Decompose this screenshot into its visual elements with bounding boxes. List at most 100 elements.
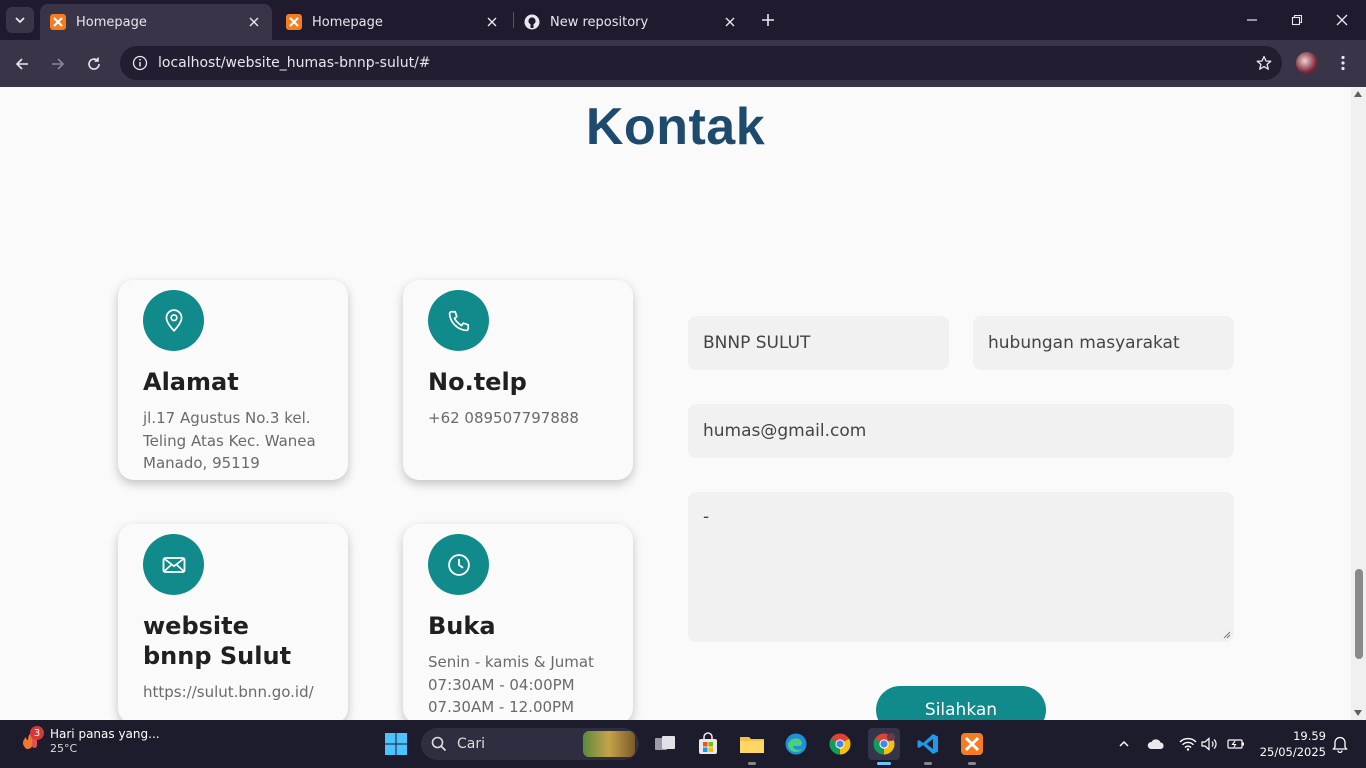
restore-button[interactable] <box>1285 8 1309 32</box>
close-window-button[interactable] <box>1330 8 1354 32</box>
more-vertical-icon <box>1341 55 1345 71</box>
close-icon <box>1336 14 1348 26</box>
weather-title: Hari panas yang... <box>50 727 160 741</box>
browser-menu-button[interactable] <box>1332 52 1354 74</box>
browser-toolbar: localhost/website_humas-bnnp-sulut/# <box>0 40 1366 87</box>
tab-homepage-1[interactable]: Homepage <box>40 4 272 40</box>
url-text[interactable]: localhost/website_humas-bnnp-sulut/# <box>158 55 1246 71</box>
cloud-icon <box>1147 739 1164 749</box>
site-info-icon[interactable] <box>122 55 158 71</box>
plus-icon <box>762 14 774 26</box>
card-text: +62 089507797888 <box>428 409 579 427</box>
search-placeholder: Cari <box>457 736 485 752</box>
minimize-icon <box>1247 19 1257 21</box>
search-highlight-image <box>583 731 635 757</box>
chrome-icon <box>873 733 895 755</box>
onedrive-tray[interactable] <box>1146 734 1166 754</box>
scroll-down-arrow-icon[interactable] <box>1354 710 1362 716</box>
email-input[interactable] <box>688 404 1234 458</box>
close-tab-icon[interactable] <box>722 14 738 30</box>
edge-icon <box>785 733 807 755</box>
hours-line: 07.30AM - 12.00PM <box>428 698 575 716</box>
start-button[interactable] <box>380 728 412 760</box>
tab-strip: Homepage Homepage New repository <box>0 0 1366 40</box>
envelope-icon <box>143 534 204 595</box>
chrome-button[interactable] <box>824 728 856 760</box>
task-view-icon <box>655 736 675 750</box>
message-textarea[interactable]: - <box>688 492 1234 642</box>
hours-line: Senin - kamis & Jumat <box>428 653 594 671</box>
submit-button[interactable]: Silahkan <box>876 686 1046 720</box>
clock-date: 25/05/2025 <box>1259 745 1326 759</box>
clock-time: 19.59 <box>1293 729 1326 743</box>
xampp-icon <box>50 14 66 30</box>
vscode-icon <box>917 734 938 754</box>
chrome-profile-button[interactable] <box>868 728 900 765</box>
search-icon <box>431 736 447 752</box>
thermometer-icon: 3 <box>16 726 44 754</box>
xampp-button[interactable] <box>956 728 988 765</box>
card-text: jl.17 Agustus No.3 kel. Teling Atas Kec.… <box>143 409 316 472</box>
name-input[interactable] <box>688 316 949 370</box>
scrollbar-thumb[interactable] <box>1355 569 1363 659</box>
notification-bell-icon[interactable] <box>1332 735 1348 754</box>
arrow-right-icon <box>52 58 65 70</box>
new-tab-button[interactable] <box>758 10 778 30</box>
clock-icon <box>428 534 489 595</box>
card-title: Alamat <box>143 368 239 396</box>
file-explorer-button[interactable] <box>736 728 768 765</box>
wifi-icon <box>1179 737 1197 751</box>
chevron-down-icon <box>15 17 25 24</box>
edge-button[interactable] <box>780 728 812 760</box>
card-title: No.telp <box>428 368 527 396</box>
task-view-button[interactable] <box>649 728 681 760</box>
page-scrollbar[interactable] <box>1351 87 1366 720</box>
tab-new-repository[interactable]: New repository <box>514 4 748 40</box>
contact-card-hours: Buka Senin - kamis & Jumat 07:30AM - 04:… <box>403 524 633 720</box>
running-indicator <box>924 762 932 765</box>
page-title: Kontak <box>585 98 766 156</box>
windows-logo-icon <box>385 733 407 755</box>
contact-card-phone: No.telp +62 089507797888 <box>403 280 633 480</box>
reload-button[interactable] <box>81 51 107 77</box>
scroll-up-arrow-icon[interactable] <box>1354 91 1362 97</box>
store-icon <box>699 732 717 754</box>
restore-icon <box>1291 14 1303 26</box>
xampp-icon <box>286 14 302 30</box>
vscode-button[interactable] <box>912 728 944 765</box>
tab-search-button[interactable] <box>6 7 34 33</box>
system-clock[interactable]: 19.59 25/05/2025 <box>1254 728 1326 760</box>
profile-avatar[interactable] <box>1296 52 1318 74</box>
weather-temp: 25°C <box>50 742 78 755</box>
phone-icon <box>428 290 489 351</box>
microsoft-store-button[interactable] <box>692 728 724 760</box>
running-indicator <box>968 762 976 765</box>
tab-title: Homepage <box>312 14 383 30</box>
volume-tray[interactable] <box>1200 734 1220 754</box>
chrome-icon <box>829 733 851 755</box>
github-icon <box>524 14 540 30</box>
bookmark-star-icon[interactable] <box>1246 55 1282 71</box>
message-text: - <box>703 507 710 527</box>
wifi-tray[interactable] <box>1178 734 1198 754</box>
taskbar: 3 Hari panas yang... 25°C Cari 19.59 25/… <box>0 720 1366 768</box>
tab-homepage-2[interactable]: Homepage <box>276 4 510 40</box>
minimize-button[interactable] <box>1240 8 1264 32</box>
forward-button[interactable] <box>45 51 71 77</box>
close-tab-icon[interactable] <box>484 14 500 30</box>
card-title: website bnnp Sulut <box>143 612 292 670</box>
battery-tray[interactable] <box>1226 734 1246 754</box>
weather-widget[interactable]: 3 Hari panas yang... 25°C <box>16 726 160 756</box>
resize-grip-icon[interactable] <box>1223 631 1231 639</box>
back-button[interactable] <box>9 51 35 77</box>
card-title: Buka <box>428 612 496 640</box>
show-hidden-icons-button[interactable] <box>1114 734 1134 754</box>
card-text: Senin - kamis & Jumat 07:30AM - 04:00PM … <box>428 651 608 719</box>
weather-badge: 3 <box>30 726 44 740</box>
page-viewport: Kontak Alamat jl.17 Agustus No.3 kel. Te… <box>0 87 1351 720</box>
close-tab-icon[interactable] <box>246 14 262 30</box>
subject-input[interactable] <box>973 316 1234 370</box>
address-bar[interactable]: localhost/website_humas-bnnp-sulut/# <box>120 46 1282 80</box>
chevron-up-icon <box>1119 740 1129 747</box>
taskbar-search[interactable]: Cari <box>421 728 639 760</box>
